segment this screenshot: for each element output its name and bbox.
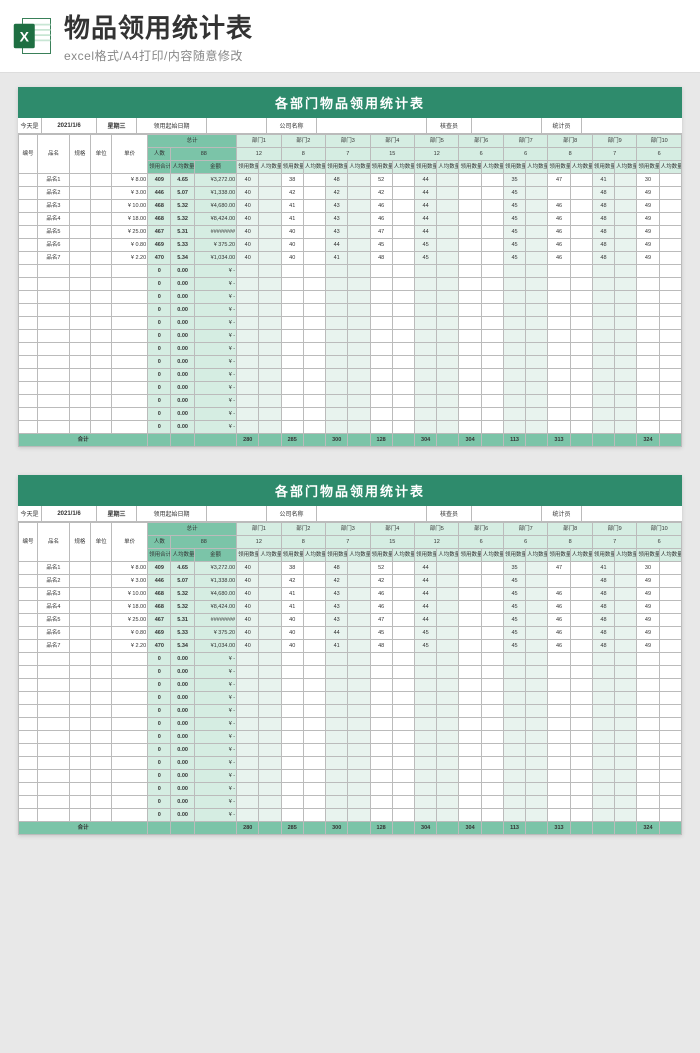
data-table: 编号品名规格单位单价总计部门1部门2部门3部门4部门5部门6部门7部门8部门9部… — [18, 522, 682, 835]
sheet-title: 各部门物品领用统计表 — [18, 475, 682, 506]
table-row: 00.00¥ - — [19, 718, 682, 731]
table-row: 00.00¥ - — [19, 692, 682, 705]
sheet-preview-1: 各部门物品领用统计表今天是2021/1/6星期三领用起始日期公司名称核查员统计员… — [18, 87, 682, 447]
table-row: 00.00¥ - — [19, 705, 682, 718]
table-row: 品名1¥ 8.004094.65¥3,272.00403848524435474… — [19, 562, 682, 575]
table-row: 00.00¥ - — [19, 679, 682, 692]
table-row: 品名3¥ 10.004685.32¥4,680.0040414346444546… — [19, 200, 682, 213]
table-row: 00.00¥ - — [19, 653, 682, 666]
table-row: 00.00¥ - — [19, 369, 682, 382]
table-row: 品名7¥ 2.204705.34¥1,034.00404041484545464… — [19, 252, 682, 265]
table-row: 00.00¥ - — [19, 343, 682, 356]
sheet-title: 各部门物品领用统计表 — [18, 87, 682, 118]
excel-icon: X — [12, 15, 54, 57]
table-row: 00.00¥ - — [19, 809, 682, 822]
table-row: 品名7¥ 2.204705.34¥1,034.00404041484545464… — [19, 640, 682, 653]
table-row: 00.00¥ - — [19, 783, 682, 796]
table-row: 品名4¥ 18.004685.32¥8,424.0040414346444546… — [19, 601, 682, 614]
table-row: 00.00¥ - — [19, 317, 682, 330]
sheets-container: 各部门物品领用统计表今天是2021/1/6星期三领用起始日期公司名称核查员统计员… — [0, 73, 700, 849]
table-row: 品名2¥ 3.004465.07¥1,338.00404242424445484… — [19, 187, 682, 200]
data-table: 编号品名规格单位单价总计部门1部门2部门3部门4部门5部门6部门7部门8部门9部… — [18, 134, 682, 447]
table-row: 00.00¥ - — [19, 278, 682, 291]
sheet-preview-2: 各部门物品领用统计表今天是2021/1/6星期三领用起始日期公司名称核查员统计员… — [18, 475, 682, 835]
table-row: 品名5¥ 25.004675.31########404043474445464… — [19, 614, 682, 627]
table-row: 00.00¥ - — [19, 395, 682, 408]
table-row: 品名3¥ 10.004685.32¥4,680.0040414346444546… — [19, 588, 682, 601]
svg-text:X: X — [20, 28, 30, 44]
table-row: 品名6¥ 0.804695.33¥ 375.204040444545454648… — [19, 627, 682, 640]
table-row: 00.00¥ - — [19, 408, 682, 421]
table-row: 00.00¥ - — [19, 666, 682, 679]
total-row: 合计280285300128304304113313324 — [19, 822, 682, 835]
table-row: 00.00¥ - — [19, 330, 682, 343]
table-row: 00.00¥ - — [19, 304, 682, 317]
table-row: 00.00¥ - — [19, 291, 682, 304]
table-row: 00.00¥ - — [19, 421, 682, 434]
table-row: 00.00¥ - — [19, 265, 682, 278]
table-row: 00.00¥ - — [19, 744, 682, 757]
table-row: 00.00¥ - — [19, 757, 682, 770]
table-row: 品名4¥ 18.004685.32¥8,424.0040414346444546… — [19, 213, 682, 226]
page-subtitle: excel格式/A4打印/内容随意修改 — [64, 47, 688, 64]
table-row: 品名2¥ 3.004465.07¥1,338.00404242424445484… — [19, 575, 682, 588]
table-row: 00.00¥ - — [19, 796, 682, 809]
table-row: 00.00¥ - — [19, 382, 682, 395]
page-title: 物品领用统计表 — [64, 8, 688, 45]
table-row: 00.00¥ - — [19, 731, 682, 744]
total-row: 合计280285300128304304113313324 — [19, 434, 682, 447]
template-header: X 物品领用统计表 excel格式/A4打印/内容随意修改 — [0, 0, 700, 73]
table-row: 00.00¥ - — [19, 356, 682, 369]
info-row: 今天是2021/1/6星期三领用起始日期公司名称核查员统计员 — [18, 506, 682, 522]
table-row: 品名1¥ 8.004094.65¥3,272.00403848524435474… — [19, 174, 682, 187]
table-row: 00.00¥ - — [19, 770, 682, 783]
table-row: 品名5¥ 25.004675.31########404043474445464… — [19, 226, 682, 239]
info-row: 今天是2021/1/6星期三领用起始日期公司名称核查员统计员 — [18, 118, 682, 134]
table-row: 品名6¥ 0.804695.33¥ 375.204040444545454648… — [19, 239, 682, 252]
